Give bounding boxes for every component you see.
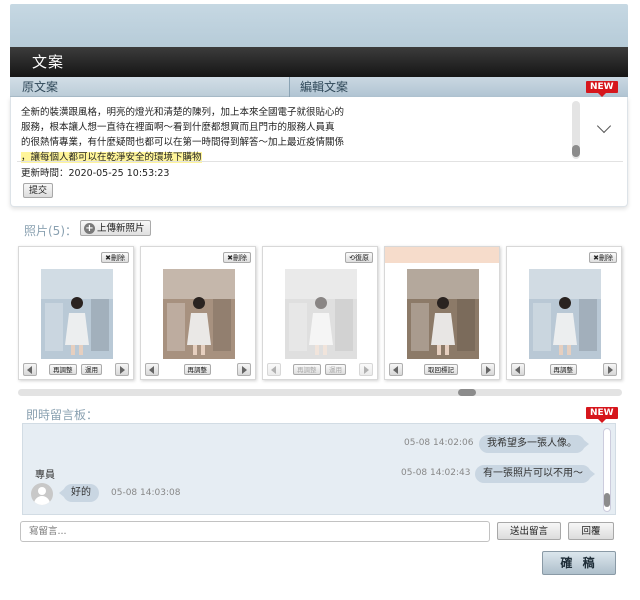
photo-card[interactable]: ✖刪除再調整: [506, 246, 622, 380]
move-right-icon[interactable]: [237, 363, 251, 376]
chat-new-badge: NEW: [586, 407, 618, 423]
photo-strip: ✖刪除 再調整 運用 ✖刪除 再調整 ⟲復原 再調整 運用 取回標記 ✖刪除 再調整: [14, 242, 626, 392]
adjust-button[interactable]: 再調整: [183, 364, 211, 375]
reply-button[interactable]: 回覆: [568, 522, 614, 540]
adjust-button[interactable]: 再調整: [293, 364, 321, 375]
marked-bar: [385, 247, 499, 263]
page: 文案 原文案 編輯文案 NEW 全新的裝潢跟風格，明亮的燈光和清楚的陳列，加上本…: [0, 0, 640, 600]
section-title: 文案: [10, 47, 628, 77]
move-left-icon[interactable]: [511, 363, 525, 376]
move-left-icon[interactable]: [389, 363, 403, 376]
new-badge: NEW: [586, 81, 618, 97]
message-time: 05-08 14:02:06: [404, 438, 474, 448]
tab-original-copy[interactable]: 原文案: [22, 77, 58, 97]
move-left-icon[interactable]: [23, 363, 37, 376]
copy-line: 全新的裝潢跟風格，明亮的燈光和清楚的陳列，加上本來全國電子就很貼心的: [21, 107, 345, 118]
photo-scroll-thumb[interactable]: [458, 389, 476, 396]
photo-controls: 再調整 運用: [267, 363, 373, 376]
photo-controls: 取回標記: [389, 363, 495, 376]
message-bubble: 好的: [59, 484, 99, 502]
chat-scrollbar[interactable]: [603, 428, 611, 512]
copy-panel: 全新的裝潢跟風格，明亮的燈光和清楚的陳列，加上本來全國電子就很貼心的 服務，根本…: [10, 97, 628, 207]
delete-button[interactable]: ✖刪除: [101, 252, 129, 263]
photos-heading: 照片(5)：: [24, 224, 77, 238]
move-right-icon[interactable]: [115, 363, 129, 376]
photo-thumbnail[interactable]: [163, 269, 235, 359]
tab-edit-copy[interactable]: 編輯文案: [289, 77, 628, 97]
chat-heading: 即時留言板：: [26, 408, 99, 422]
chat-scroll-thumb[interactable]: [604, 493, 610, 507]
restore-mark-button[interactable]: 取回標記: [424, 364, 458, 375]
top-banner: [10, 4, 628, 48]
message-time: 05-08 14:03:08: [111, 488, 181, 498]
photo-card[interactable]: ⟲復原再調整 運用: [262, 246, 378, 380]
copy-divider: [17, 161, 623, 162]
updated-time: 更新時間：2020-05-25 10:53:23: [21, 168, 170, 179]
photo-thumbnail[interactable]: [529, 269, 601, 359]
photo-card[interactable]: ✖刪除再調整 運用: [18, 246, 134, 380]
copy-line: 的很熱情專業，有什麼疑問也都可以在第一時間得到解答～加上最近疫情關係: [21, 137, 345, 148]
sender-name: 專員: [35, 470, 55, 481]
message-time: 05-08 14:02:43: [401, 468, 471, 478]
adjust-button[interactable]: 再調整: [49, 364, 77, 375]
delete-button[interactable]: ✖刪除: [223, 252, 251, 263]
move-left-icon[interactable]: [267, 363, 281, 376]
photo-controls: 再調整: [511, 363, 617, 376]
apply-button[interactable]: 運用: [325, 364, 346, 375]
message-input[interactable]: [20, 521, 490, 542]
plus-icon: +: [84, 222, 95, 234]
move-left-icon[interactable]: [145, 363, 159, 376]
photo-thumbnail[interactable]: [285, 269, 357, 359]
avatar: [31, 483, 53, 505]
confirm-button[interactable]: 確 稿: [542, 551, 616, 575]
copy-tab-bar: 原文案 編輯文案: [10, 77, 628, 97]
chat-panel: 05-08 14:02:06 我希望多一張人像。 05-08 14:02:43 …: [22, 423, 616, 515]
message-bubble: 我希望多一張人像。: [479, 435, 589, 453]
move-right-icon[interactable]: [481, 363, 495, 376]
copy-scrollbar[interactable]: [572, 101, 580, 159]
send-message-button[interactable]: 送出留言: [497, 522, 561, 540]
move-right-icon[interactable]: [359, 363, 373, 376]
copy-line: 服務，根本讓人想一直待在裡面啊～看到什麼都想買而且門市的服務人員真: [21, 122, 335, 133]
photo-thumbnail[interactable]: [407, 269, 479, 359]
move-right-icon[interactable]: [603, 363, 617, 376]
photo-scrollbar[interactable]: [18, 389, 622, 396]
apply-button[interactable]: 運用: [81, 364, 102, 375]
upload-photo-button[interactable]: + 上傳新照片: [80, 220, 151, 236]
photo-card[interactable]: ✖刪除再調整: [140, 246, 256, 380]
copy-scroll-thumb[interactable]: [572, 145, 580, 157]
photo-thumbnail[interactable]: [41, 269, 113, 359]
photo-controls: 再調整 運用: [23, 363, 129, 376]
restore-button[interactable]: ⟲復原: [345, 252, 373, 263]
adjust-button[interactable]: 再調整: [549, 364, 577, 375]
photo-card[interactable]: 取回標記: [384, 246, 500, 380]
photo-controls: 再調整: [145, 363, 251, 376]
submit-button[interactable]: 提交: [23, 183, 53, 198]
message-bubble: 有一張照片可以不用～: [475, 465, 595, 483]
delete-button[interactable]: ✖刪除: [589, 252, 617, 263]
copy-text: 全新的裝潢跟風格，明亮的燈光和清楚的陳列，加上本來全國電子就很貼心的 服務，根本…: [21, 105, 351, 165]
chevron-down-icon[interactable]: [596, 118, 612, 134]
